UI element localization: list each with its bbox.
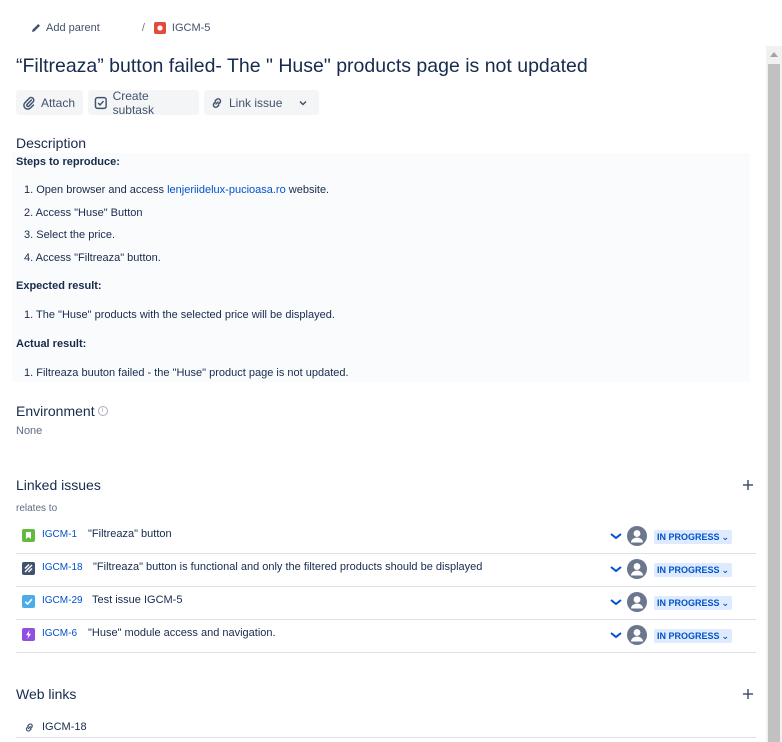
subtask-icon [94, 96, 107, 109]
chevron-down-icon: ⌄ [721, 565, 730, 575]
status-text: IN PROGRESS [657, 565, 720, 575]
linked-issue-summary[interactable]: "Huse" module access and navigation. [88, 627, 276, 639]
step-3: 3. Select the price. [24, 229, 116, 241]
expected-1: 1. The "Huse" products with the selected… [24, 309, 335, 321]
linked-issue-summary[interactable]: Test issue IGCM-5 [92, 594, 182, 606]
add-web-link-plus-icon[interactable] [742, 688, 754, 700]
link-icon [25, 723, 33, 732]
step-2: 2. Access "Huse" Button [24, 207, 143, 219]
linked-issue-row[interactable]: IGCM-18 "Filtreaza" button is functional… [16, 554, 756, 587]
paperclip-icon [23, 96, 35, 110]
linked-issue-key[interactable]: IGCM-1 [42, 529, 77, 540]
status-text: IN PROGRESS [657, 598, 720, 608]
actual-1: 1. Filtreaza buuton failed - the "Huse" … [24, 367, 349, 379]
web-link-label[interactable]: IGCM-18 [42, 721, 87, 733]
create-subtask-button[interactable]: Create subtask [88, 88, 199, 117]
pencil-icon [32, 24, 40, 32]
avatar-icon[interactable] [627, 559, 647, 579]
test-icon [22, 562, 35, 575]
attach-button-label: Attach [40, 95, 75, 110]
status-badge[interactable]: IN PROGRESS ⌄ [654, 563, 733, 577]
linked-issues-heading: Linked issues [16, 477, 101, 493]
steps-label: Steps to reproduce: [16, 156, 120, 168]
linked-issue-key[interactable]: IGCM-6 [42, 628, 77, 639]
chevron-down-icon: ⌄ [721, 631, 730, 641]
website-link[interactable]: lenjeriidelux-pucioasa.ro [167, 184, 286, 196]
add-parent-link[interactable]: Add parent [46, 22, 100, 34]
epic-icon [22, 628, 35, 641]
link-issue-button[interactable]: Link issue [204, 90, 319, 115]
issue-key-link[interactable]: IGCM-5 [172, 22, 211, 34]
relation-label: relates to [16, 503, 58, 514]
web-links-heading: Web links [16, 686, 77, 702]
avatar-icon[interactable] [627, 625, 647, 645]
bug-icon [153, 22, 166, 34]
link-icon [212, 97, 222, 108]
web-link-row[interactable]: IGCM-18 [16, 716, 756, 738]
page-scrollbar[interactable] [766, 46, 782, 742]
linked-issue-summary[interactable]: "Filtreaza" button is functional and onl… [93, 561, 482, 573]
status-badge[interactable]: IN PROGRESS ⌄ [654, 596, 733, 610]
chevron-down-icon[interactable] [609, 564, 623, 574]
linked-issue-row[interactable]: IGCM-1 "Filtreaza" button IN PROGRESS ⌄ [16, 521, 756, 554]
status-text: IN PROGRESS [657, 631, 720, 641]
step-1-prefix: 1. Open browser and access [24, 184, 168, 196]
linked-issue-row[interactable]: IGCM-6 "Huse" module access and navigati… [16, 620, 756, 653]
breadcrumb: Add parent / IGCM-5 [30, 20, 210, 36]
environment-value[interactable]: None [16, 425, 42, 437]
linked-issue-key[interactable]: IGCM-18 [42, 562, 83, 573]
chevron-down-icon: ⌄ [721, 532, 730, 542]
status-text: IN PROGRESS [657, 532, 720, 542]
link-issue-button-label: Link issue [229, 95, 283, 110]
chevron-down-icon: ⌄ [721, 598, 730, 608]
scrollbar-thumb[interactable] [768, 64, 780, 742]
expected-label: Expected result: [16, 280, 102, 292]
environment-heading-text: Environment [16, 403, 95, 419]
avatar-icon[interactable] [627, 592, 647, 612]
create-subtask-button-label: Create subtask [112, 88, 154, 117]
linked-issue-key[interactable]: IGCM-29 [42, 595, 83, 606]
task-icon [22, 595, 35, 608]
issue-toolbar: Attach Create subtask Link issue [16, 88, 319, 117]
step-4: 4. Access "Filtreaza" button. [24, 252, 161, 264]
linked-issue-row[interactable]: IGCM-29 Test issue IGCM-5 IN PROGRESS ⌄ [16, 587, 756, 620]
add-linked-issue-plus-icon[interactable] [742, 479, 754, 491]
info-icon[interactable]: i [97, 406, 108, 416]
chevron-down-icon[interactable] [609, 531, 623, 541]
step-1: 1. Open browser and access lenjeriidelux… [24, 184, 329, 196]
avatar-icon[interactable] [627, 526, 647, 546]
attach-button[interactable]: Attach [16, 90, 83, 115]
description-heading: Description [16, 135, 87, 151]
chevron-down-icon[interactable] [609, 597, 623, 607]
status-badge[interactable]: IN PROGRESS ⌄ [654, 629, 733, 643]
chevron-down-icon[interactable] [609, 630, 623, 640]
status-badge[interactable]: IN PROGRESS ⌄ [654, 530, 733, 544]
breadcrumb-separator: / [141, 22, 145, 34]
issue-title[interactable]: “Filtreaza” button failed- The " Huse" p… [16, 55, 588, 78]
story-icon [22, 529, 35, 542]
linked-issue-summary[interactable]: "Filtreaza" button [88, 528, 172, 540]
step-1-suffix: website. [285, 184, 330, 196]
actual-label: Actual result: [16, 338, 87, 350]
environment-heading: Environment i [16, 403, 108, 419]
chevron-down-icon[interactable] [298, 98, 308, 108]
scroll-up-arrow-icon[interactable] [770, 52, 778, 57]
